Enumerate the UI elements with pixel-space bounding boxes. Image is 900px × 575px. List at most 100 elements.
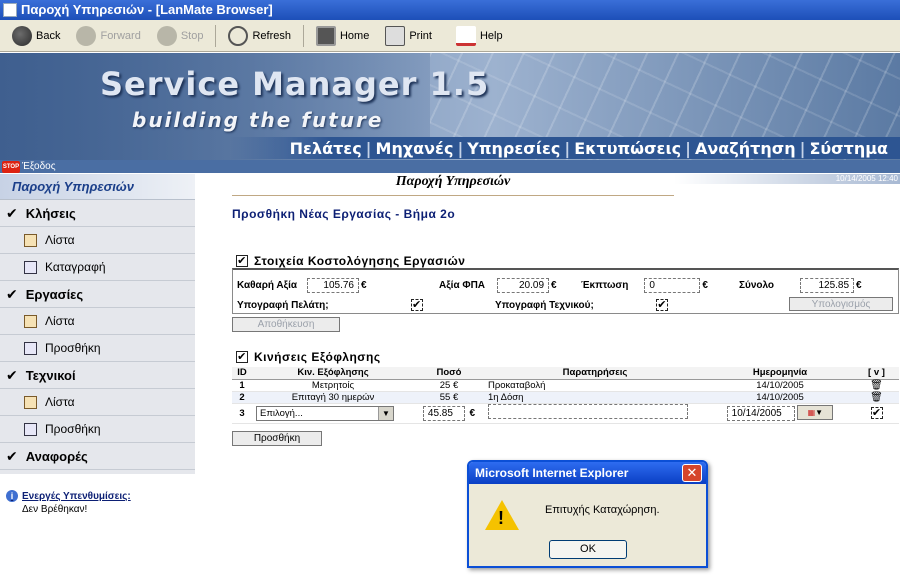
nav-search[interactable]: Αναζήτηση	[695, 139, 796, 158]
nav-machines[interactable]: Μηχανές	[376, 139, 454, 158]
sidebar-item-technicians-list[interactable]: Λίστα	[0, 389, 195, 416]
row-notes: 1η Δόση	[484, 391, 706, 404]
alert-dialog: Microsoft Internet Explorer ✕ ! Επιτυχής…	[467, 460, 708, 568]
sidebar-item-tasks-list[interactable]: Λίστα	[0, 308, 195, 335]
step-title: Προσθήκη Νέας Εργασίας - Βήμα 2ο	[232, 207, 456, 221]
help-button[interactable]: Help	[448, 22, 511, 50]
currency-symbol: €	[551, 279, 557, 291]
home-button[interactable]: Home	[308, 22, 377, 50]
tech-signature-checkbox[interactable]: ✔	[655, 299, 668, 311]
dialog-message: Επιτυχής Καταχώρηση.	[545, 504, 660, 516]
section-checkbox[interactable]: ✔	[236, 255, 248, 267]
sidebar-item-label: Λίστα	[45, 233, 75, 247]
trash-icon[interactable]: 🗑	[870, 380, 883, 391]
total-field[interactable]: 125.85	[800, 277, 855, 293]
row-amount: 55 €	[414, 391, 484, 404]
reminders-title[interactable]: i Ενεργές Υπενθυμίσεις:	[6, 490, 131, 502]
sidebar-item-calls[interactable]: ✔ Κλήσεις	[0, 200, 195, 227]
sidebar-item-technicians-add[interactable]: Προσθήκη	[0, 416, 195, 443]
add-payment-button[interactable]: Προσθήκη	[232, 431, 322, 446]
section-checkbox[interactable]: ✔	[236, 351, 248, 363]
close-icon[interactable]: ✕	[682, 464, 702, 482]
page-title: Παροχή Υπηρεσιών	[232, 174, 674, 196]
payments-table: ID Κιν. Εξόφλησης Ποσό Παρατηρήσεις Ημερ…	[232, 367, 899, 424]
print-button[interactable]: Print	[377, 22, 440, 50]
calculate-button[interactable]: Υπολογισμός	[789, 297, 893, 311]
notes-field[interactable]	[488, 404, 688, 419]
refresh-button[interactable]: Refresh	[220, 22, 299, 50]
discount-label: Έκπτωση	[581, 279, 629, 291]
help-icon	[455, 25, 476, 46]
confirm-checkbox[interactable]: ✔	[870, 407, 883, 419]
home-icon	[315, 25, 336, 46]
info-icon: i	[6, 490, 18, 502]
sidebar-item-label: Τεχνικοί	[25, 367, 76, 383]
sidebar-item-label: Λίστα	[45, 314, 75, 328]
app-icon	[3, 3, 17, 17]
row-amount: 25 €	[414, 379, 484, 392]
sidebar-item-tasks-add[interactable]: Προσθήκη	[0, 335, 195, 362]
row-id: 2	[232, 391, 252, 404]
column-header: [ v ]	[854, 367, 899, 380]
table-row: 1 Μετρητοίς 25 € Προκαταβολή 14/10/2005 …	[232, 379, 899, 392]
back-arrow-icon	[12, 25, 32, 46]
discount-field[interactable]: 0	[644, 277, 701, 293]
vat-value-field[interactable]: 20.09	[497, 277, 550, 293]
cost-section-label: Στοιχεία Κοστολόγησης Εργασιών	[254, 254, 466, 268]
ok-button[interactable]: OK	[549, 540, 627, 559]
stop-icon	[156, 25, 177, 46]
refresh-label: Refresh	[252, 29, 291, 42]
row-notes: Προκαταβολή	[484, 379, 706, 392]
payment-type-value: Επιλογή...	[260, 407, 303, 419]
currency-symbol: €	[702, 279, 708, 291]
main-nav: Πελάτες | Μηχανές | Υπηρεσίες | Εκτυπώσεις |…	[230, 137, 900, 159]
help-label: Help	[479, 29, 503, 42]
sidebar-item-tasks[interactable]: ✔ Εργασίες	[0, 281, 195, 308]
tech-signature-label: Υπογραφή Τεχνικού;	[495, 299, 594, 311]
exit-link[interactable]: Έξοδος	[22, 161, 56, 172]
sidebar-header: Παροχή Υπηρεσιών	[0, 174, 195, 200]
exit-bar: STOP Έξοδος	[0, 160, 900, 173]
total-label: Σύνολο	[739, 279, 775, 291]
banner: Service Manager 1.5 building the future …	[0, 53, 900, 161]
table-header-row: ID Κιν. Εξόφλησης Ποσό Παρατηρήσεις Ημερ…	[232, 367, 899, 380]
reminders-title-text: Ενεργές Υπενθυμίσεις:	[22, 490, 131, 502]
trash-icon[interactable]: 🗑	[870, 392, 883, 403]
nav-clients[interactable]: Πελάτες	[290, 139, 362, 158]
sidebar-item-calls-list[interactable]: Λίστα	[0, 227, 195, 254]
currency-symbol: €	[469, 407, 476, 419]
chevron-down-icon: ▼	[815, 408, 824, 418]
back-label: Back	[36, 29, 61, 42]
banner-title: Service Manager 1.5	[100, 65, 490, 103]
nav-prints[interactable]: Εκτυπώσεις	[574, 139, 681, 158]
sidebar: Παροχή Υπηρεσιών ✔ Κλήσεις Λίστα Καταγρα…	[0, 174, 195, 474]
edit-icon	[24, 341, 37, 355]
payment-type-select[interactable]: Επιλογή... ▼	[256, 405, 394, 421]
sidebar-item-calls-register[interactable]: Καταγραφή	[0, 254, 195, 281]
column-header: Ποσό	[414, 367, 484, 380]
date-field[interactable]: 10/14/2005	[726, 405, 795, 421]
sidebar-item-label: Κλήσεις	[25, 205, 76, 221]
printer-icon	[385, 25, 406, 46]
client-signature-checkbox[interactable]: ✔	[410, 299, 423, 311]
nav-system[interactable]: Σύστημα	[809, 139, 888, 158]
list-icon	[24, 233, 37, 247]
toolbar-separator	[302, 24, 304, 47]
sidebar-item-reports[interactable]: ✔ Αναφορές	[0, 443, 195, 470]
nav-services[interactable]: Υπηρεσίες	[467, 139, 560, 158]
calendar-picker-button[interactable]: ▦▼	[797, 405, 834, 421]
cost-section-title: ✔ Στοιχεία Κοστολόγησης Εργασιών	[236, 254, 465, 268]
sidebar-item-technicians[interactable]: ✔ Τεχνικοί	[0, 362, 195, 389]
net-value-field[interactable]: 105.76	[307, 277, 359, 293]
window-title: Παροχή Υπηρεσιών - [LanMate Browser]	[21, 2, 273, 17]
forward-button[interactable]: Forward	[68, 22, 148, 50]
row-id: 3	[232, 403, 252, 424]
save-button[interactable]: Αποθήκευση	[232, 317, 340, 332]
amount-field[interactable]: 45.85	[422, 405, 465, 421]
stop-button[interactable]: Stop	[149, 22, 212, 50]
sidebar-item-label: Εργασίες	[25, 286, 84, 302]
edit-icon	[24, 260, 37, 274]
edit-icon	[24, 422, 37, 436]
back-button[interactable]: Back	[4, 22, 68, 50]
window-titlebar: Παροχή Υπηρεσιών - [LanMate Browser]	[0, 0, 900, 20]
